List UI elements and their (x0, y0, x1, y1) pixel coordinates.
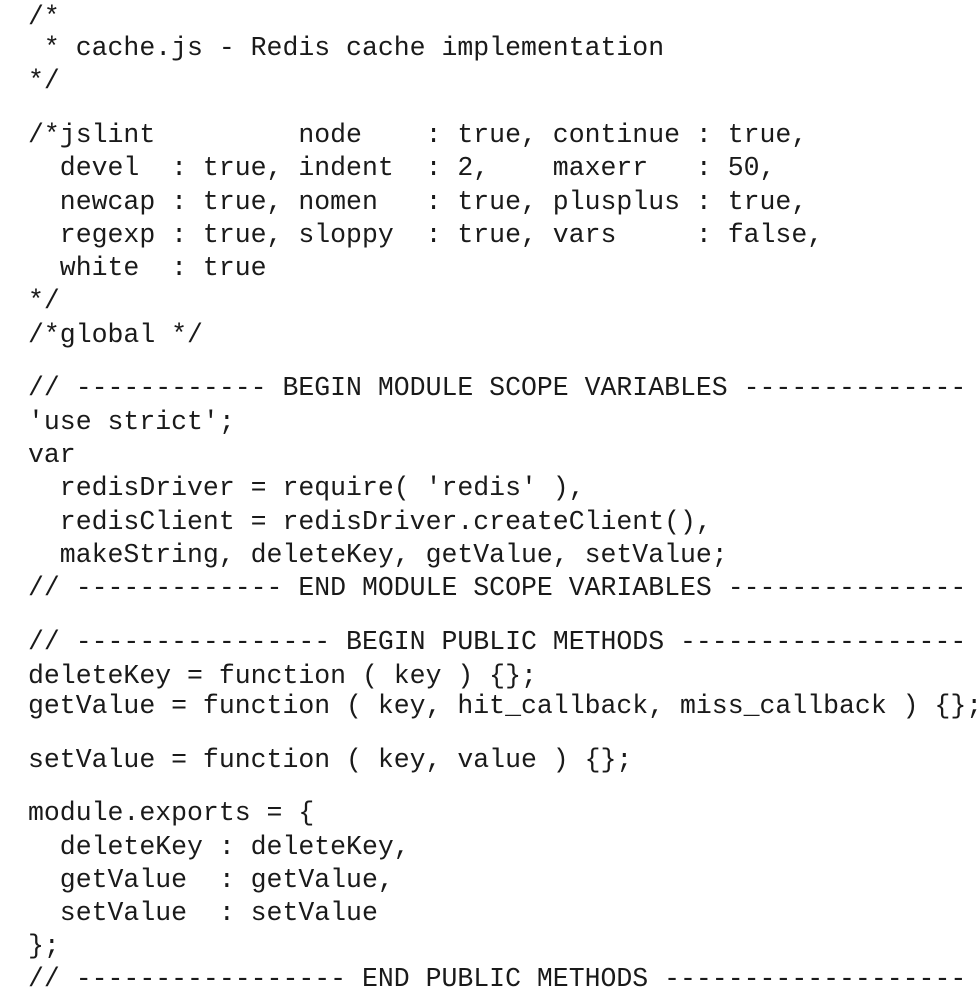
code-line-export-get-value: getValue : getValue, (28, 865, 394, 895)
code-line-var-list: makeString, deleteKey, getValue, setValu… (28, 540, 728, 570)
code-line-redis-driver: redisDriver = require( 'redis' ), (28, 473, 585, 503)
code-line-set-value: setValue = function ( key, value ) {}; (28, 745, 633, 775)
code-line-var: var (28, 440, 76, 470)
code-line-module-exports: module.exports = { (28, 798, 315, 828)
code-line-export-delete-key: deleteKey : deleteKey, (28, 832, 410, 862)
code-line-end-module-scope: // ------------- END MODULE SCOPE VARIAB… (28, 573, 967, 603)
code-line-jslint-5: white : true (28, 253, 267, 283)
code-line-jslint-close: */ (28, 286, 60, 316)
code-line-delete-key: deleteKey = function ( key ) {}; (28, 661, 537, 691)
code-line-get-value: getValue = function ( key, hit_callback,… (28, 691, 980, 721)
code-line-comment-close: */ (28, 66, 60, 96)
code-line-jslint-2: devel : true, indent : 2, maxerr : 50, (28, 153, 776, 183)
code-line-file-description: * cache.js - Redis cache implementation (28, 33, 665, 63)
code-line-jslint-1: /*jslint node : true, continue : true, (28, 120, 808, 150)
code-line-end-public: // ----------------- END PUBLIC METHODS … (28, 964, 967, 994)
code-line-jslint-4: regexp : true, sloppy : true, vars : fal… (28, 220, 824, 250)
code-line-comment-open: /* (28, 2, 60, 32)
code-line-export-set-value: setValue : setValue (28, 898, 378, 928)
code-line-global: /*global */ (28, 320, 203, 350)
code-line-jslint-3: newcap : true, nomen : true, plusplus : … (28, 187, 808, 217)
code-line-begin-module-scope: // ------------ BEGIN MODULE SCOPE VARIA… (28, 373, 967, 403)
code-line-exports-close: }; (28, 931, 60, 961)
code-listing: /* * cache.js - Redis cache implementati… (28, 0, 980, 1008)
code-line-begin-public: // ---------------- BEGIN PUBLIC METHODS… (28, 627, 967, 657)
code-line-redis-client: redisClient = redisDriver.createClient()… (28, 507, 712, 537)
code-line-use-strict: 'use strict'; (28, 407, 235, 437)
